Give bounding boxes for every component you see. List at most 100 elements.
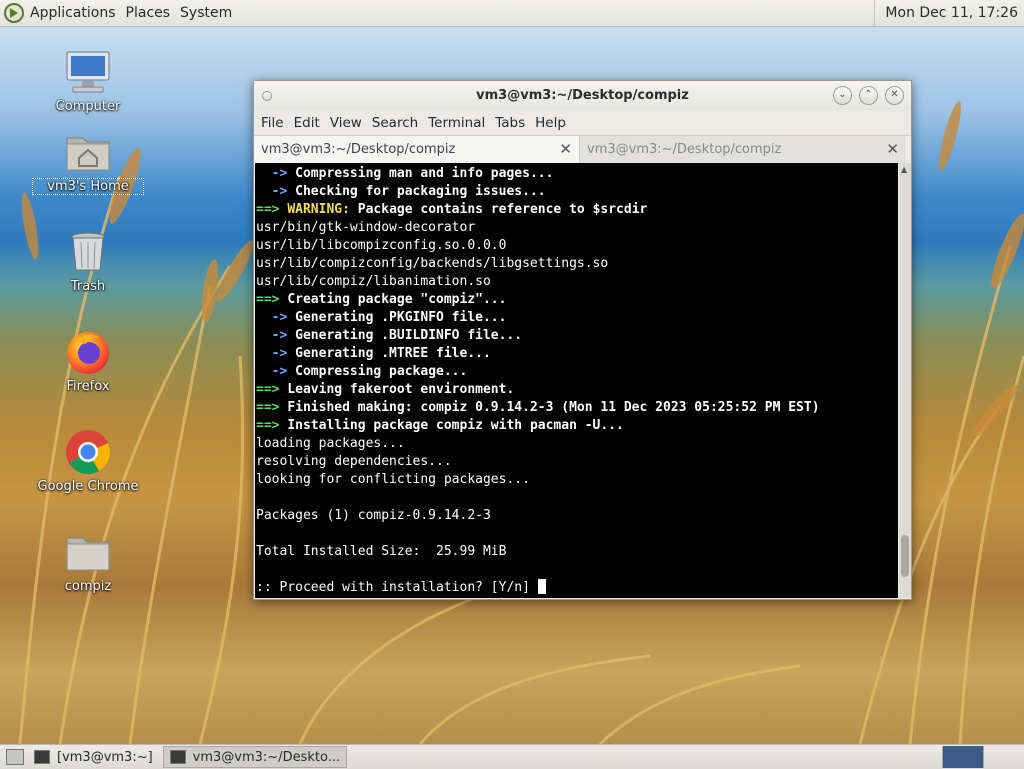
chevron-down-icon: ⌄: [838, 89, 847, 100]
line-text: Total Installed Size: 25.99 MiB: [256, 544, 507, 559]
scroll-up-icon[interactable]: ▲: [901, 165, 907, 174]
maximize-button[interactable]: ⌃: [859, 86, 878, 105]
bottom-panel: [vm3@vm3:~] vm3@vm3:~/Deskto...: [0, 744, 1024, 769]
desktop-icon-label: Google Chrome: [37, 479, 139, 494]
terminal-line: Total Installed Size: 25.99 MiB: [256, 543, 898, 561]
menu-edit[interactable]: Edit: [290, 115, 326, 131]
desktop-icon-computer[interactable]: Computer: [33, 48, 143, 114]
line-text: Generating .MTREE file...: [295, 346, 491, 361]
menu-search[interactable]: Search: [368, 115, 424, 131]
warning-label: WARNING:: [287, 202, 350, 217]
menu-file[interactable]: File: [257, 115, 290, 131]
menu-terminal[interactable]: Terminal: [424, 115, 491, 131]
terminal-line: -> Compressing man and info pages...: [256, 165, 898, 183]
taskbar-item-label: vm3@vm3:~/Deskto...: [192, 749, 341, 765]
terminal-line: ==> Creating package "compiz"...: [256, 291, 898, 309]
line-prefix: ->: [256, 310, 296, 325]
terminal-output[interactable]: -> Compressing man and info pages... -> …: [255, 163, 898, 598]
line-prefix: ==>: [256, 400, 288, 415]
line-text: Creating package "compiz"...: [287, 292, 507, 307]
taskbar-item-terminal-2[interactable]: vm3@vm3:~/Deskto...: [162, 746, 348, 768]
terminal-line: -> Generating .MTREE file...: [256, 345, 898, 363]
home-folder-icon: [64, 128, 112, 176]
terminal-line: ==> WARNING: Package contains reference …: [256, 201, 898, 219]
desktop-icon-firefox[interactable]: Firefox: [33, 328, 143, 394]
desktop-icon-label: Computer: [55, 99, 121, 114]
line-text: Generating .BUILDINFO file...: [295, 328, 523, 343]
computer-icon: [64, 48, 112, 96]
window-titlebar[interactable]: vm3@vm3:~/Desktop/compiz ⌄ ⌃ ✕: [254, 81, 911, 111]
desktop-icon-label: vm3's Home: [32, 178, 144, 195]
line-prefix: ==>: [256, 202, 288, 217]
menu-system[interactable]: System: [175, 5, 237, 21]
desktop-icon-home[interactable]: vm3's Home: [32, 128, 144, 195]
clock[interactable]: Mon Dec 11, 17:26: [874, 0, 1024, 26]
window-title: vm3@vm3:~/Desktop/compiz: [476, 88, 689, 103]
minimize-button[interactable]: ⌄: [833, 86, 852, 105]
line-text: usr/lib/compizconfig/backends/libgsettin…: [256, 256, 609, 271]
terminal-icon: [34, 750, 50, 764]
line-text: resolving dependencies...: [256, 454, 452, 469]
terminal-window[interactable]: vm3@vm3:~/Desktop/compiz ⌄ ⌃ ✕ File Edit…: [253, 80, 912, 600]
line-prefix: ->: [256, 166, 296, 181]
line-text: usr/lib/libcompizconfig.so.0.0.0: [256, 238, 507, 253]
line-text: Compressing man and info pages...: [295, 166, 554, 181]
folder-icon: [64, 528, 112, 576]
menu-help[interactable]: Help: [531, 115, 572, 131]
scrollbar-thumb[interactable]: [901, 535, 909, 577]
close-icon: ✕: [890, 89, 899, 100]
menu-places[interactable]: Places: [121, 5, 176, 21]
workspace-1[interactable]: [942, 746, 983, 768]
menu-applications[interactable]: Applications: [25, 5, 121, 21]
terminal-line: usr/lib/libcompizconfig.so.0.0.0: [256, 237, 898, 255]
desktop-icon-label: Firefox: [66, 379, 110, 394]
taskbar-item-terminal-1[interactable]: [vm3@vm3:~]: [28, 747, 159, 767]
desktop-icon-compiz-folder[interactable]: compiz: [33, 528, 143, 594]
close-tab-icon[interactable]: ✕: [559, 140, 572, 158]
trash-icon: [64, 228, 112, 276]
terminal-scrollbar[interactable]: ▲: [899, 163, 911, 598]
line-text: loading packages...: [256, 436, 405, 451]
terminal-line: usr/lib/compiz/libanimation.so: [256, 273, 898, 291]
line-prefix: ->: [256, 364, 296, 379]
line-prefix: ->: [256, 184, 296, 199]
line-text: Finished making: compiz 0.9.14.2-3 (Mon …: [287, 400, 820, 415]
menu-tabs[interactable]: Tabs: [491, 115, 531, 131]
terminal-line: ==> Finished making: compiz 0.9.14.2-3 (…: [256, 399, 898, 417]
line-prefix: ==>: [256, 418, 288, 433]
terminal-line: -> Checking for packaging issues...: [256, 183, 898, 201]
terminal-line: ==> Installing package compiz with pacma…: [256, 417, 898, 435]
distro-logo-icon[interactable]: [3, 2, 25, 24]
desktop-icon-chrome[interactable]: Google Chrome: [33, 428, 143, 494]
taskbar-item-label: [vm3@vm3:~]: [57, 749, 153, 765]
terminal-line: looking for conflicting packages...: [256, 471, 898, 489]
desktop-icon-trash[interactable]: Trash: [33, 228, 143, 294]
line-text: looking for conflicting packages...: [256, 472, 530, 487]
workspace-2[interactable]: [983, 746, 1024, 768]
terminal-line: usr/lib/compizconfig/backends/libgsettin…: [256, 255, 898, 273]
line-text: :: Proceed with installation? [Y/n]: [256, 580, 538, 595]
line-text: Packages (1) compiz-0.9.14.2-3: [256, 508, 491, 523]
show-desktop-icon[interactable]: [6, 749, 24, 765]
terminal-line: -> Generating .PKGINFO file...: [256, 309, 898, 327]
terminal-line: -> Compressing package...: [256, 363, 898, 381]
tab-terminal-1[interactable]: vm3@vm3:~/Desktop/compiz ✕: [254, 136, 580, 163]
terminal-line: loading packages...: [256, 435, 898, 453]
terminal-line: Packages (1) compiz-0.9.14.2-3: [256, 507, 898, 525]
terminal-line: :: Proceed with installation? [Y/n]: [256, 579, 898, 597]
terminal-lines: -> Compressing man and info pages... -> …: [255, 163, 898, 597]
menu-view[interactable]: View: [326, 115, 368, 131]
close-button[interactable]: ✕: [885, 86, 904, 105]
window-menubar: File Edit View Search Terminal Tabs Help: [254, 111, 911, 135]
line-text: Checking for packaging issues...: [295, 184, 546, 199]
desktop-icon-label: compiz: [64, 579, 112, 594]
chevron-up-icon: ⌃: [864, 89, 873, 100]
terminal-line: ==> Leaving fakeroot environment.: [256, 381, 898, 399]
tab-terminal-2[interactable]: vm3@vm3:~/Desktop/compiz ✕: [580, 136, 906, 163]
terminal-line: resolving dependencies...: [256, 453, 898, 471]
firefox-icon: [64, 328, 112, 376]
close-tab-icon[interactable]: ✕: [886, 140, 899, 158]
